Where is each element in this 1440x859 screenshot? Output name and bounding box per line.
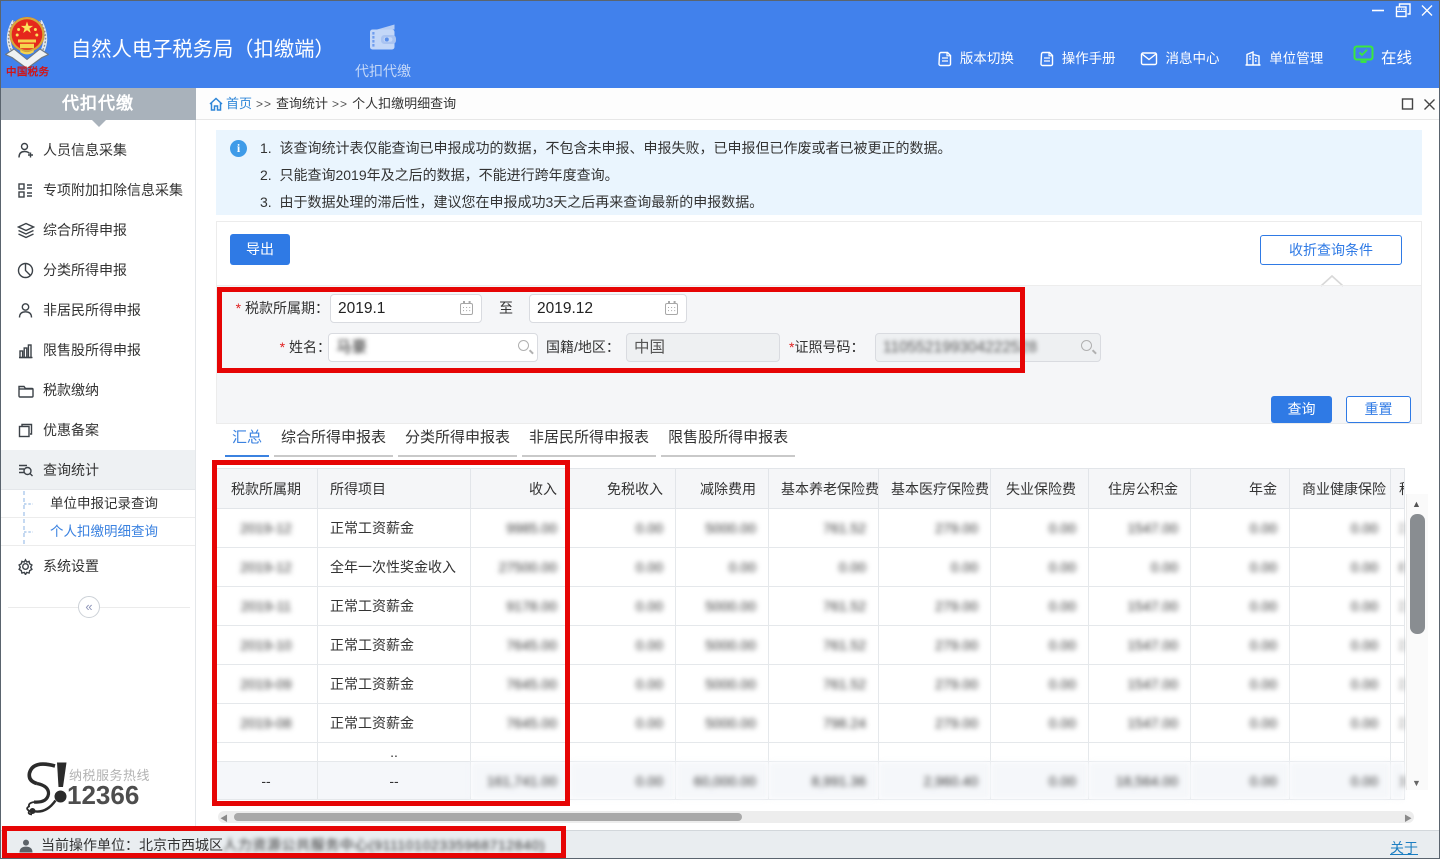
svg-text:中国税务: 中国税务	[6, 65, 50, 77]
